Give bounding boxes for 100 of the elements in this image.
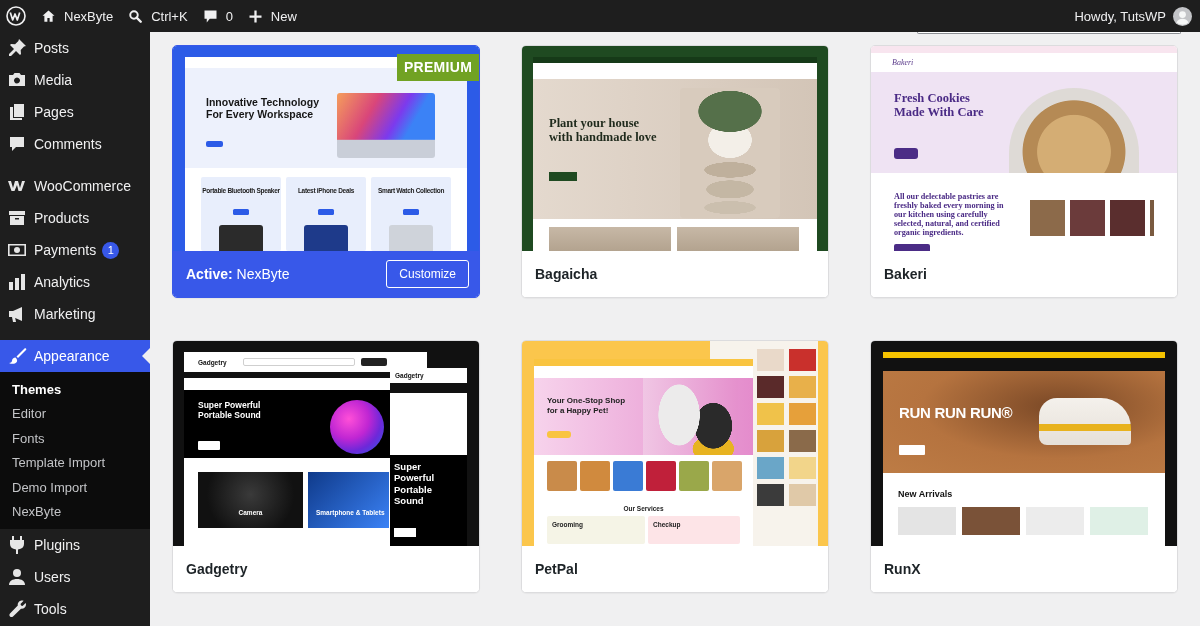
photo-placeholder: [1150, 200, 1154, 236]
search-button[interactable]: Ctrl+K: [128, 0, 188, 32]
mock-button: [547, 431, 571, 439]
account-link[interactable]: Howdy, TutsWP: [1074, 0, 1192, 32]
photo-placeholder: [1070, 200, 1105, 236]
menu-item[interactable]: Media: [0, 64, 150, 96]
theme-name: Bakeri: [884, 266, 927, 282]
photo-placeholder: [219, 225, 263, 251]
site-name-link[interactable]: NexByte: [41, 0, 114, 32]
menu-item[interactable]: Products: [0, 202, 150, 234]
menu-item[interactable]: Appearance: [0, 340, 150, 372]
photo-placeholder: [1090, 507, 1148, 535]
photo-placeholder: [789, 457, 816, 479]
count-badge: 1: [102, 241, 120, 259]
submenu-item[interactable]: Fonts: [0, 426, 150, 451]
photo-placeholder: [646, 461, 676, 491]
headline: Plant your house with handmade love: [549, 116, 657, 145]
submenu-item[interactable]: Template Import: [0, 450, 150, 475]
photo-placeholder: [712, 461, 742, 491]
photo-placeholder: [1030, 200, 1065, 236]
menu-item[interactable]: Posts: [0, 32, 150, 64]
mock-button: [394, 527, 416, 537]
home-icon: [41, 8, 56, 24]
theme-name: PetPal: [535, 561, 578, 577]
headline: Your One-Stop Shop for a Happy Pet!: [547, 396, 627, 416]
mock-button: [360, 358, 387, 366]
menu-item[interactable]: Tools: [0, 593, 150, 625]
bar-chart-icon: [7, 272, 27, 292]
new-link[interactable]: New: [247, 0, 297, 32]
theme-name: Bagaicha: [535, 266, 598, 282]
photo-placeholder: [757, 430, 784, 452]
triangle-icon: [142, 348, 150, 364]
menu-item[interactable]: Pages: [0, 96, 150, 128]
mock-button: [206, 140, 223, 147]
headline: Super Powerful Portable Sound: [394, 461, 436, 507]
submenu-item[interactable]: Demo Import: [0, 475, 150, 500]
photo-placeholder: [547, 461, 577, 491]
mock-button: [894, 147, 918, 159]
documents-icon: [7, 102, 27, 122]
headline: RUN RUN RUN®: [899, 405, 1013, 421]
mock-button: [549, 171, 577, 181]
photo-placeholder: [679, 461, 709, 491]
theme-card[interactable]: Plant your house with handmade love Bagaicha: [521, 45, 829, 298]
logo-text: Bakeri: [892, 58, 914, 67]
menu-item[interactable]: Comments: [0, 128, 150, 160]
photo-placeholder: [330, 400, 384, 454]
theme-card[interactable]: RUN RUN RUN® New Arrivals RunX: [870, 340, 1178, 593]
photo-placeholder: [304, 225, 348, 251]
photo-placeholder: [789, 484, 816, 506]
mock-button: [318, 209, 334, 215]
headline: Innovative Technology For Every Workspace: [206, 97, 320, 121]
submenu-item[interactable]: Editor: [0, 401, 150, 426]
photo-placeholder: [757, 457, 784, 479]
photo-placeholder: [389, 225, 433, 251]
person-icon: [7, 567, 27, 587]
plus-icon: [247, 8, 263, 24]
menu-item[interactable]: WooCommerce: [0, 170, 150, 202]
photo-placeholder: [898, 507, 956, 535]
avatar-icon: [1173, 6, 1192, 26]
photo-placeholder: [613, 461, 643, 491]
speech-bubble-icon: [202, 8, 218, 24]
logo-icon[interactable]: [6, 6, 26, 26]
menu-item[interactable]: Marketing: [0, 298, 150, 330]
mock-button: [899, 445, 925, 455]
photo-placeholder: [1110, 200, 1145, 236]
mock-button: [233, 209, 249, 215]
theme-name: Active: NexByte: [186, 266, 290, 282]
customize-button[interactable]: Customize: [386, 260, 469, 288]
mock-button: [894, 244, 930, 251]
headline: Super Powerful Portable Sound: [198, 400, 262, 420]
search-icon: [128, 8, 144, 24]
premium-badge: PREMIUM: [397, 54, 479, 81]
theme-name: Gadgetry: [186, 561, 248, 577]
comments-link[interactable]: 0: [202, 0, 233, 32]
photo-placeholder: [757, 376, 784, 398]
photo-placeholder: [757, 403, 784, 425]
menu-item[interactable]: Users: [0, 561, 150, 593]
submenu-item[interactable]: NexByte: [0, 499, 150, 524]
section-title: New Arrivals: [898, 490, 953, 499]
speech-bubble-icon: [7, 134, 27, 154]
plug-icon: [7, 535, 27, 555]
mock-button: [403, 209, 419, 215]
headline: Fresh Cookies Made With Care: [894, 91, 985, 120]
submenu-item[interactable]: Themes: [0, 377, 150, 402]
photo-placeholder: [789, 349, 816, 371]
photo-placeholder: [789, 376, 816, 398]
photo-placeholder: [962, 507, 1020, 535]
photo-placeholder: [580, 461, 610, 491]
menu-item[interactable]: Analytics: [0, 266, 150, 298]
theme-name: RunX: [884, 561, 921, 577]
intro-text: All our delectable pastries are freshly baked every morning in our kitchen using carefully selected, natural, and certified organic ingredients.: [894, 192, 1005, 237]
theme-card[interactable]: Bakeri Fresh Cookies Made With Care All our delectable pastries are freshly baked every morning in our kitchen using carefully selected, natural, and certified organic ingredients. Bakeri: [870, 45, 1178, 298]
mock-button: [198, 441, 220, 450]
menu-item[interactable]: Payments 1: [0, 234, 150, 266]
menu-item[interactable]: Plugins: [0, 529, 150, 561]
photo-placeholder: [757, 484, 784, 506]
photo-placeholder: [757, 349, 784, 371]
archive-box-icon: [7, 208, 27, 228]
wrench-icon: [7, 599, 27, 619]
photo-placeholder: [789, 430, 816, 452]
